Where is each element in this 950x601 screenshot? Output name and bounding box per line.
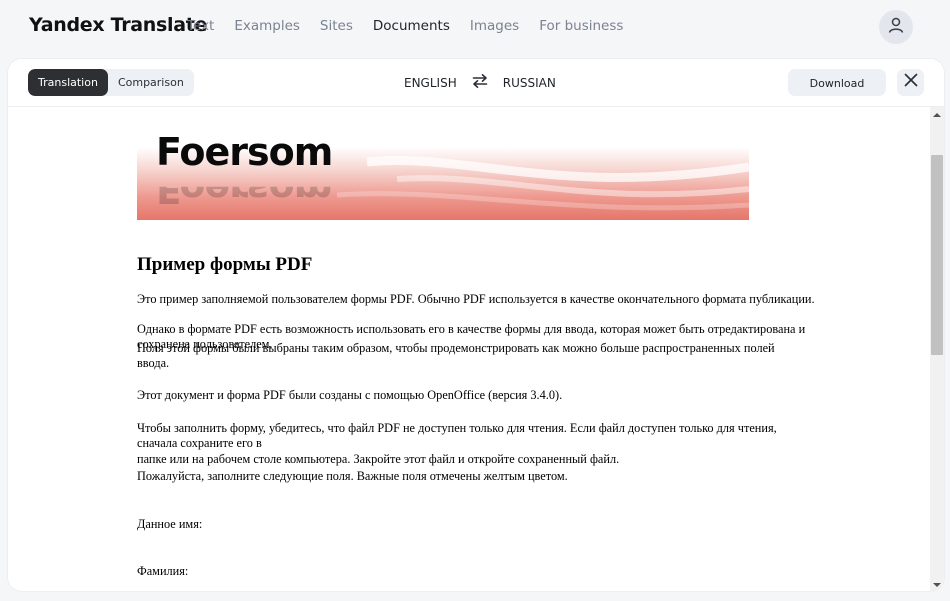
download-button[interactable]: Download <box>788 69 886 96</box>
document-title: Пример формы PDF <box>137 254 313 275</box>
nav-item-documents[interactable]: Documents <box>373 18 450 34</box>
field-label-given-name: Данное имя: <box>137 517 203 531</box>
nav-item-for-business[interactable]: For business <box>539 18 623 34</box>
nav-item-images[interactable]: Images <box>470 18 519 34</box>
source-language-button[interactable]: ENGLISH <box>404 76 457 90</box>
scroll-down-arrow-icon <box>933 575 941 591</box>
scroll-down-button[interactable] <box>930 577 944 591</box>
language-pair: ENGLISH RUSSIAN <box>404 74 556 91</box>
swap-languages-button[interactable] <box>472 74 488 91</box>
nav-item-examples[interactable]: Examples <box>234 18 300 34</box>
doc-paragraph-1: Это пример заполняемой пользователем фор… <box>137 292 815 306</box>
scrollbar-thumb[interactable] <box>931 155 943 355</box>
foersom-logo: Foersom <box>156 130 333 174</box>
account-button[interactable] <box>879 10 913 44</box>
vertical-scrollbar[interactable] <box>930 107 944 591</box>
tab-translation[interactable]: Translation <box>28 69 108 96</box>
nav-item-text[interactable]: Text <box>187 18 214 34</box>
viewer-toolbar: Translation Comparison ENGLISH RUSSIAN D… <box>8 59 944 107</box>
document-viewer: Translation Comparison ENGLISH RUSSIAN D… <box>8 59 944 591</box>
scroll-up-arrow-icon <box>933 105 941 123</box>
top-navigation: Yandex Translate Text Examples Sites Doc… <box>0 0 950 56</box>
doc-paragraph-4: Этот документ и форма PDF были созданы с… <box>137 388 563 402</box>
view-mode-switch: Translation Comparison <box>28 69 194 96</box>
document-banner: Foersom Foersom <box>137 127 749 220</box>
doc-paragraph-3: Поля этой формы были выбраны таким образ… <box>137 341 775 370</box>
field-label-family-name: Фамилия: <box>137 564 189 578</box>
app-logo[interactable]: Yandex Translate <box>29 14 207 36</box>
close-button[interactable] <box>897 69 924 96</box>
main-nav: Text Examples Sites Documents Images For… <box>187 18 643 34</box>
swap-arrows-icon <box>472 74 488 91</box>
nav-item-sites[interactable]: Sites <box>320 18 353 34</box>
target-language-button[interactable]: RUSSIAN <box>503 76 556 90</box>
close-icon <box>904 73 918 92</box>
tab-comparison[interactable]: Comparison <box>108 69 194 96</box>
document-page: Foersom Foersom Пример формы PDF Это при… <box>8 107 930 591</box>
doc-paragraph-6: папке или на рабочем столе компьютера. З… <box>137 452 620 466</box>
user-icon <box>887 16 905 39</box>
scroll-up-button[interactable] <box>930 107 944 121</box>
doc-paragraph-7: Пожалуйста, заполните следующие поля. Ва… <box>137 469 568 483</box>
doc-paragraph-5: Чтобы заполнить форму, убедитесь, что фа… <box>137 421 777 450</box>
